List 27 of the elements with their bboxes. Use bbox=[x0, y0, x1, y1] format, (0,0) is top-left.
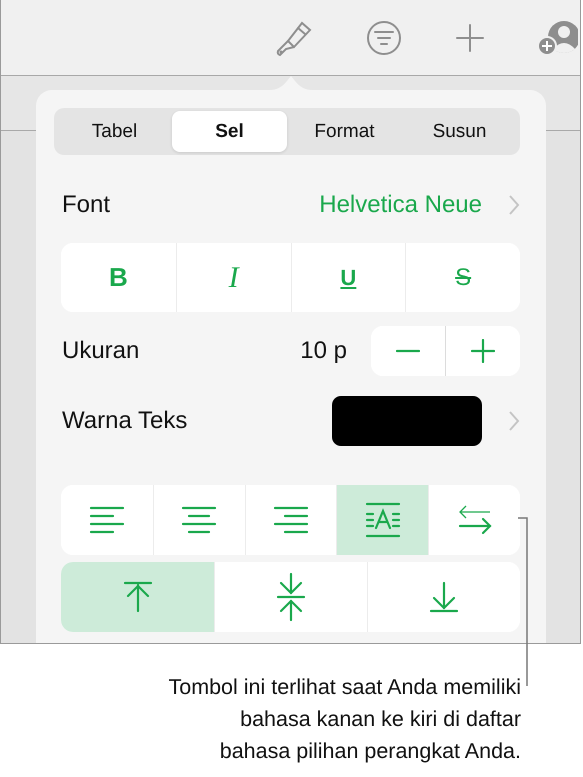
align-top-icon bbox=[122, 581, 152, 613]
filter-icon[interactable] bbox=[366, 20, 402, 56]
justify-icon bbox=[364, 502, 401, 538]
font-label: Font bbox=[61, 191, 112, 219]
plus-icon[interactable] bbox=[456, 24, 484, 52]
font-value[interactable]: Helvetica Neue bbox=[319, 191, 482, 219]
align-middle-icon bbox=[276, 572, 306, 622]
paintbrush-icon[interactable] bbox=[274, 18, 312, 56]
align-right-icon bbox=[272, 506, 309, 534]
plus-icon bbox=[471, 339, 495, 363]
align-left-icon bbox=[88, 506, 125, 534]
size-value: 10 p bbox=[300, 337, 347, 365]
align-center-icon bbox=[181, 506, 218, 534]
chevron-icon bbox=[508, 194, 520, 216]
tab[interactable]: Format bbox=[287, 111, 402, 152]
callout-text: Tombol ini terlihat saat Anda memiliki bahasa kanan ke kiri di daftar bahasa pilihan perangkat Anda. bbox=[167, 674, 522, 765]
add-person-icon[interactable] bbox=[538, 18, 578, 56]
tab[interactable]: Susun bbox=[402, 111, 517, 152]
tab[interactable]: Sel bbox=[172, 111, 287, 152]
align-bottom-icon bbox=[429, 581, 459, 613]
text-color-label: Warna Teks bbox=[61, 407, 188, 435]
chevron-icon bbox=[508, 410, 520, 432]
size-label: Ukuran bbox=[61, 337, 140, 365]
tab[interactable]: Tabel bbox=[57, 111, 172, 152]
color-swatch[interactable] bbox=[332, 396, 482, 446]
alignment-button[interactable] bbox=[336, 485, 428, 555]
minus-icon bbox=[396, 349, 420, 353]
